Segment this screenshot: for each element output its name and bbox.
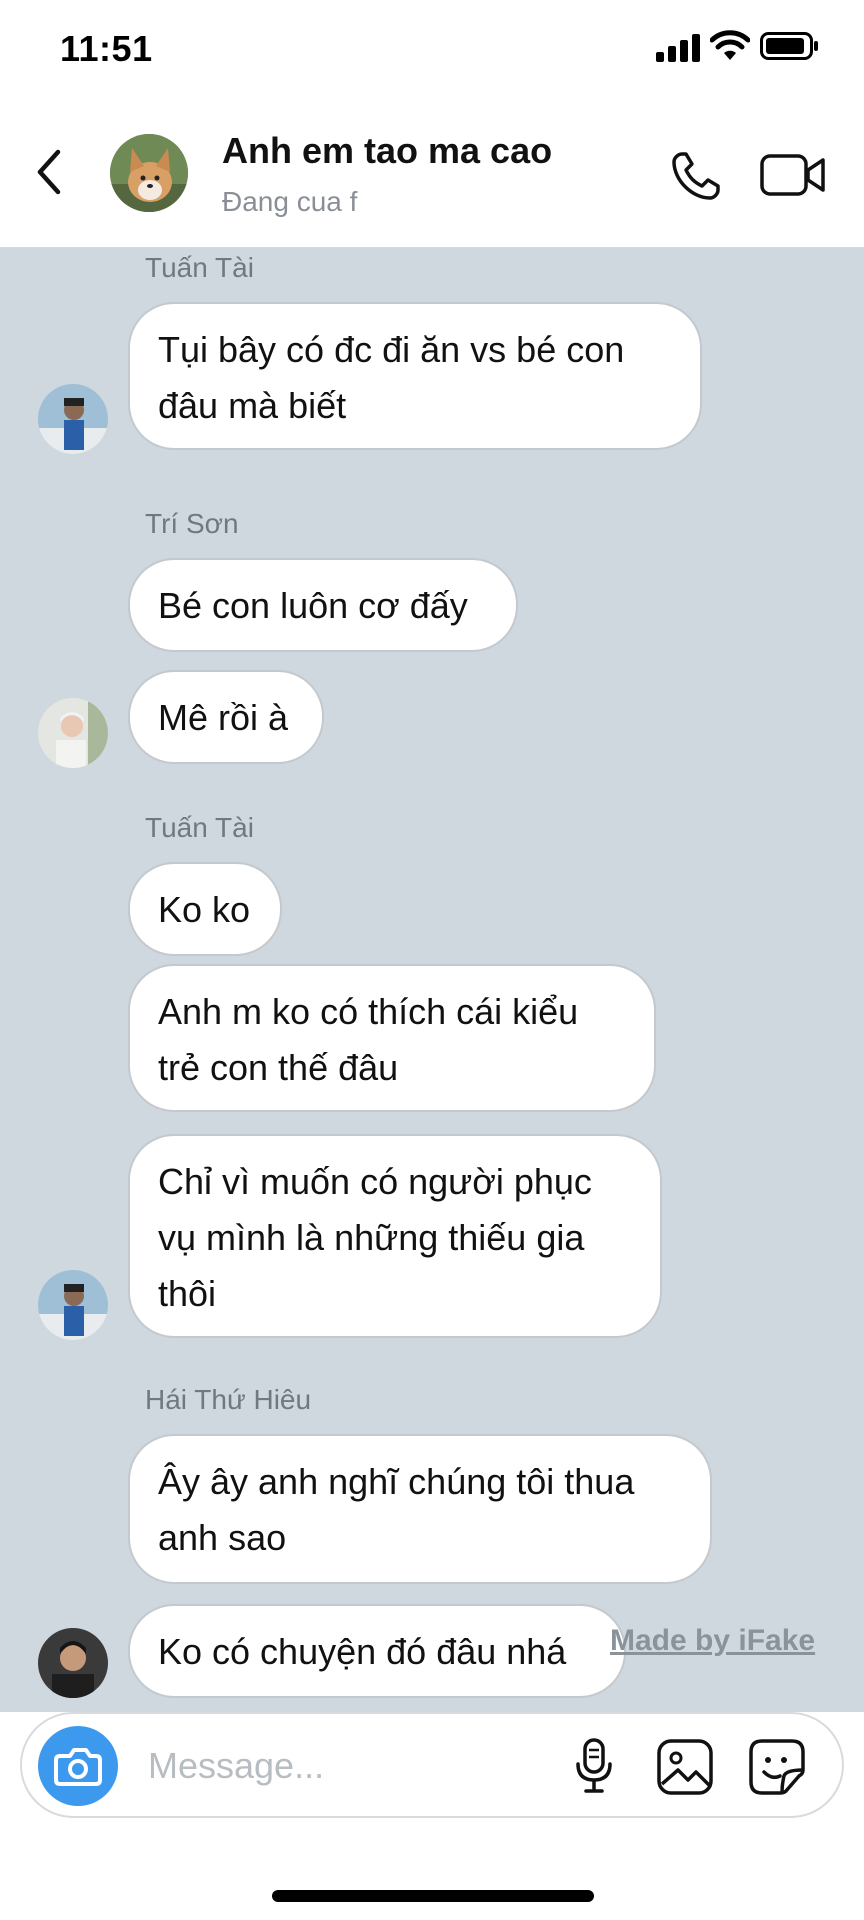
status-bar: 11:51 <box>0 0 864 100</box>
signal-icon <box>656 34 700 62</box>
message-text: Mê rồi à <box>158 697 289 738</box>
message-text: Chỉ vì muốn có người phục vụ mình là nhữ… <box>158 1161 592 1314</box>
back-arrow-icon[interactable] <box>32 148 68 196</box>
message-text: Anh m ko có thích cái kiểu trẻ con thế đ… <box>158 991 579 1088</box>
message-bubble[interactable]: Mê rồi à <box>128 670 324 764</box>
message-bubble[interactable]: Chỉ vì muốn có người phục vụ mình là nhữ… <box>128 1134 662 1338</box>
sender-name: Tuấn Tài <box>145 812 254 843</box>
message-bubble[interactable]: Bé con luôn cơ đấy <box>128 558 518 652</box>
avatar[interactable] <box>38 1270 108 1340</box>
message-text: Ko ko <box>158 889 251 930</box>
sticker-icon[interactable] <box>748 1738 806 1796</box>
message-bubble[interactable]: Ko ko <box>128 862 282 956</box>
message-bubble[interactable]: Ko có chuyện đó đâu nhá <box>128 1604 626 1698</box>
phone-icon[interactable] <box>668 148 724 204</box>
image-icon[interactable] <box>656 1738 714 1796</box>
video-camera-icon[interactable] <box>760 150 826 200</box>
avatar[interactable] <box>38 1628 108 1698</box>
message-text: Bé con luôn cơ đấy <box>158 585 468 626</box>
avatar[interactable] <box>38 698 108 768</box>
sender-name: Trí Sơn <box>145 508 239 539</box>
message-bubble[interactable]: Ây ây anh nghĩ chúng tôi thua anh sao <box>128 1434 712 1584</box>
message-text: Tụi bây có đc đi ăn vs bé con đâu mà biế… <box>158 329 625 426</box>
watermark-link[interactable]: Made by iFake <box>610 1624 815 1658</box>
status-time: 11:51 <box>60 28 153 69</box>
message-bubble[interactable]: Anh m ko có thích cái kiểu trẻ con thế đ… <box>128 964 656 1112</box>
message-list[interactable]: Tuấn Tài Tụi bây có đc đi ăn vs bé con đ… <box>0 248 864 1712</box>
sender-name: Tuấn Tài <box>145 252 254 283</box>
avatar[interactable] <box>38 384 108 454</box>
camera-icon <box>54 1748 102 1786</box>
wifi-icon <box>710 30 750 60</box>
group-name[interactable]: Anh em tao ma cao <box>222 130 552 172</box>
message-text: Ây ây anh nghĩ chúng tôi thua anh sao <box>158 1461 635 1558</box>
message-composer <box>20 1712 844 1818</box>
message-bubble[interactable]: Tụi bây có đc đi ăn vs bé con đâu mà biế… <box>128 302 702 450</box>
sender-name: Hái Thứ Hiêu <box>145 1384 312 1415</box>
message-text: Ko có chuyện đó đâu nhá <box>158 1631 567 1672</box>
battery-icon <box>760 32 818 60</box>
group-status: Đang cua f <box>222 186 358 217</box>
group-avatar[interactable] <box>110 134 188 212</box>
camera-button[interactable] <box>38 1726 118 1806</box>
composer-area <box>0 1712 864 1920</box>
home-indicator[interactable] <box>272 1890 594 1902</box>
microphone-icon[interactable] <box>570 1736 618 1796</box>
message-input[interactable] <box>148 1736 448 1796</box>
chat-header: Anh em tao ma cao Đang cua f <box>0 100 864 248</box>
